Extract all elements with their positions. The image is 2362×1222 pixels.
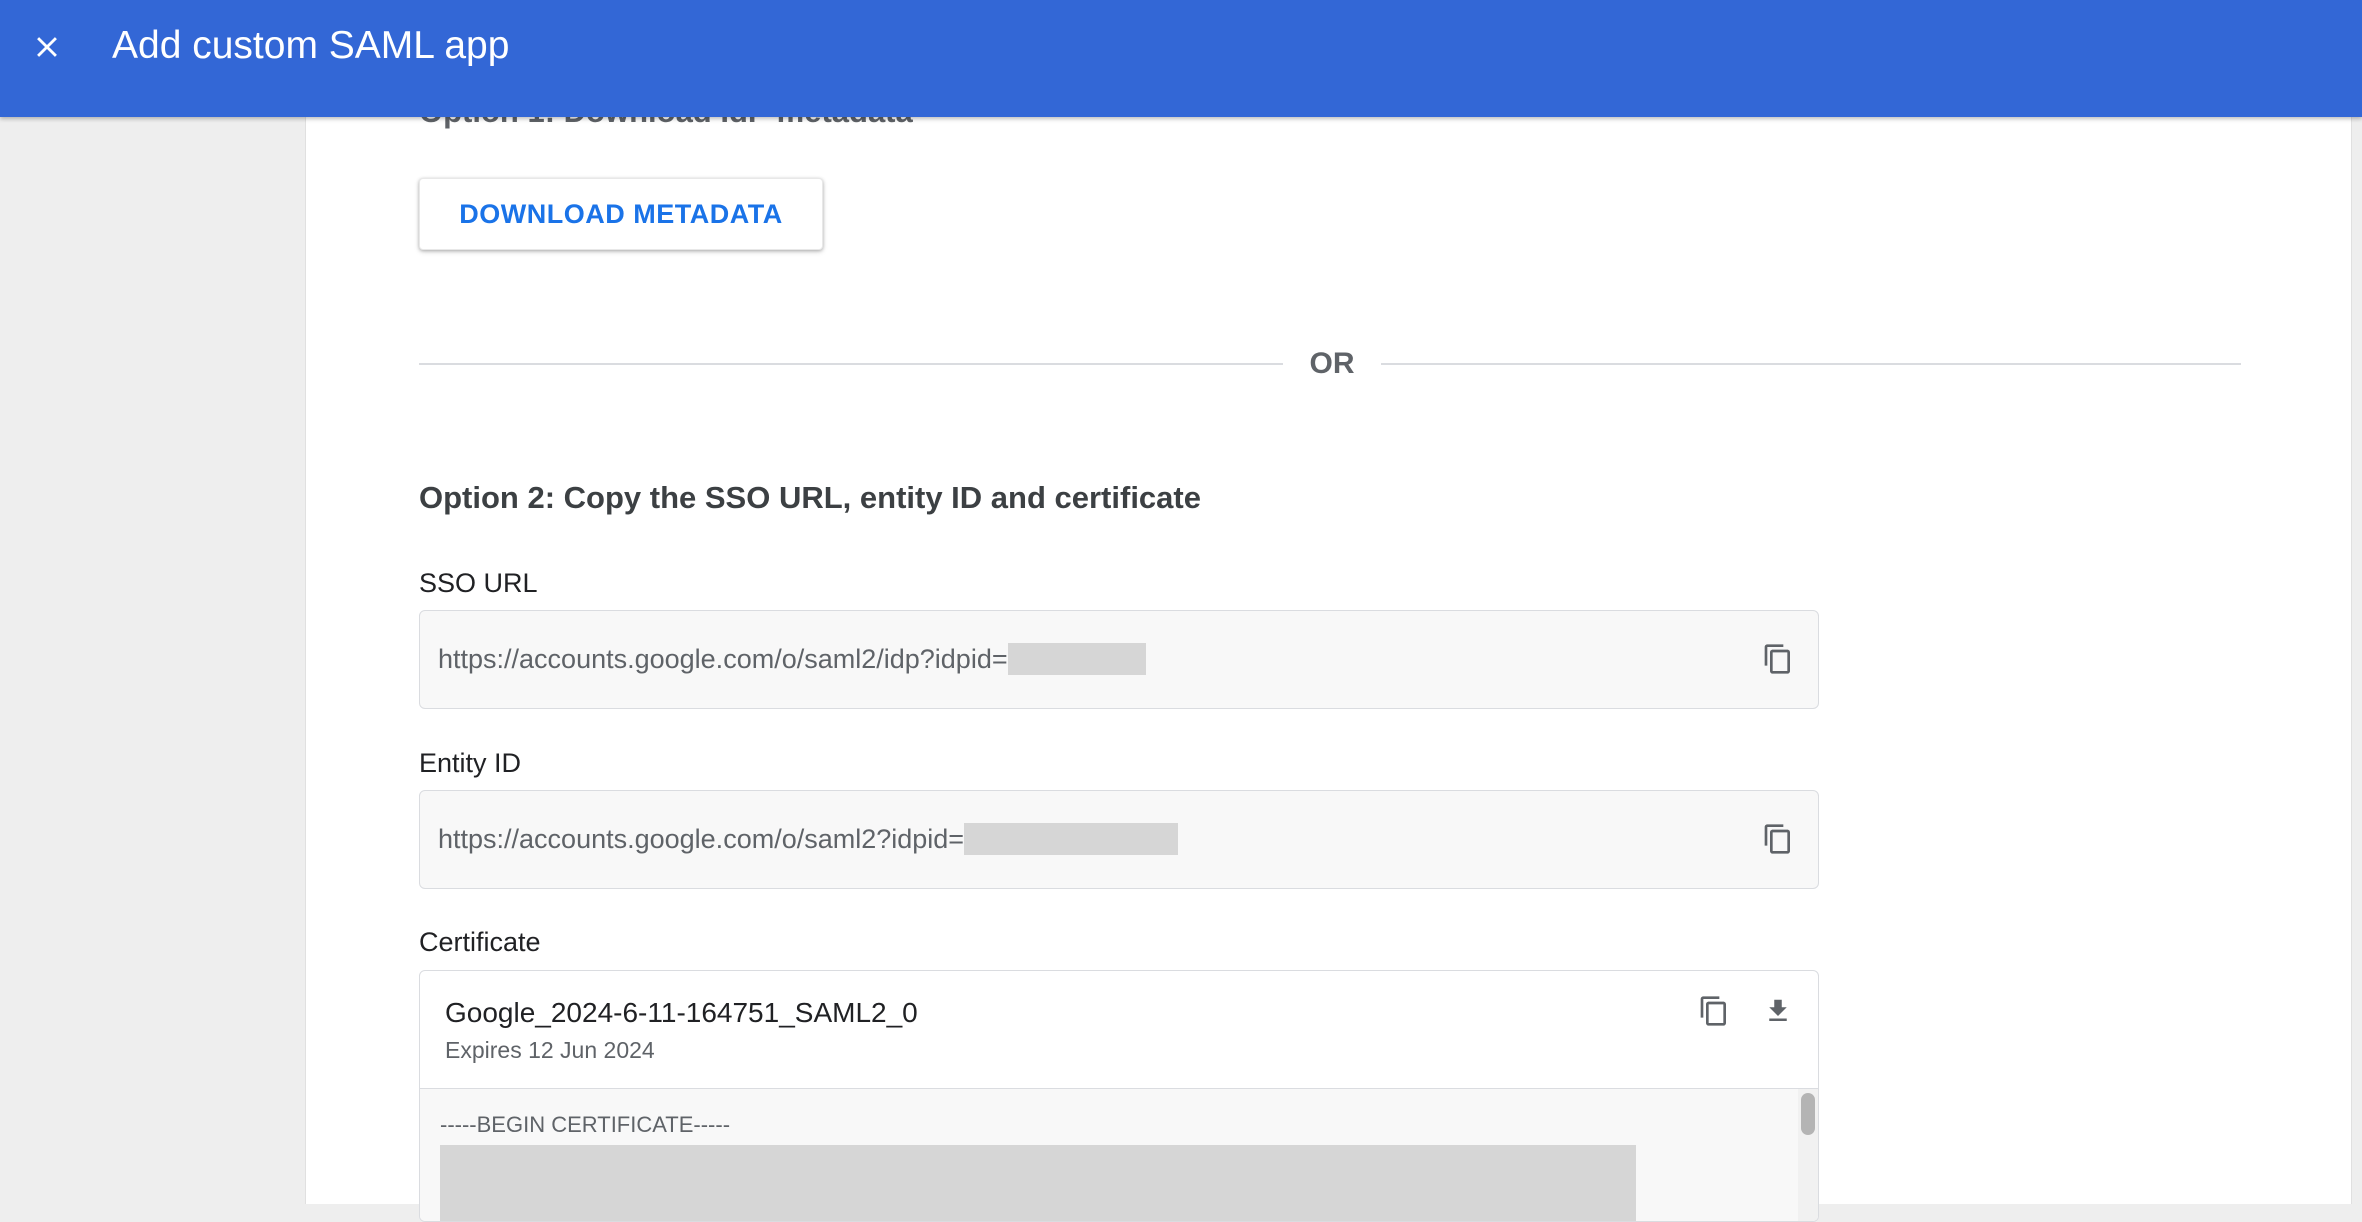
option2-heading: Option 2: Copy the SSO URL, entity ID an… (419, 480, 1201, 515)
page-title: Add custom SAML app (112, 24, 510, 67)
download-metadata-button[interactable]: DOWNLOAD METADATA (419, 178, 823, 250)
or-divider: OR (419, 344, 2241, 384)
redacted-block (440, 1145, 1636, 1221)
sso-url-value[interactable]: https://accounts.google.com/o/saml2/idp?… (438, 641, 1146, 677)
entity-id-text: https://accounts.google.com/o/saml2?idpi… (438, 824, 965, 854)
entity-id-field[interactable]: https://accounts.google.com/o/saml2?idpi… (419, 790, 1819, 889)
copy-icon (1764, 824, 1790, 854)
download-icon (1769, 999, 1787, 1021)
certificate-scrollbar[interactable] (1798, 1089, 1818, 1221)
certificate-card: Google_2024-6-11-164751_SAML2_0 Expires … (419, 970, 1819, 1222)
scrollbar-thumb[interactable] (1801, 1093, 1815, 1135)
content-panel: Option 1: Download IdP metadata DOWNLOAD… (305, 0, 2352, 1222)
redacted-block (1007, 643, 1146, 675)
certificate-name: Google_2024-6-11-164751_SAML2_0 (445, 997, 918, 1028)
certificate-content[interactable]: -----BEGIN CERTIFICATE----- (420, 1088, 1818, 1221)
divider-line-right (1381, 363, 2241, 365)
copy-icon (1700, 996, 1726, 1026)
certificate-begin-marker: -----BEGIN CERTIFICATE----- (440, 1112, 731, 1137)
copy-icon (1764, 644, 1790, 674)
sso-url-label: SSO URL (419, 568, 538, 598)
divider-line-left (419, 363, 1283, 365)
close-button[interactable] (24, 24, 70, 70)
entity-id-value[interactable]: https://accounts.google.com/o/saml2?idpi… (438, 821, 1179, 857)
download-certificate-button[interactable] (1758, 991, 1798, 1031)
copy-certificate-button[interactable] (1694, 991, 1734, 1031)
close-icon (37, 37, 57, 57)
copy-sso-url-button[interactable] (1758, 639, 1798, 679)
copy-entity-id-button[interactable] (1758, 819, 1798, 859)
sso-url-field[interactable]: https://accounts.google.com/o/saml2/idp?… (419, 610, 1819, 709)
top-app-bar: Add custom SAML app (0, 0, 2362, 117)
sso-url-text: https://accounts.google.com/o/saml2/idp?… (438, 644, 1008, 674)
redacted-block (964, 823, 1179, 855)
certificate-expiry: Expires 12 Jun 2024 (445, 1037, 655, 1063)
entity-id-label: Entity ID (419, 748, 522, 778)
or-label: OR (1309, 347, 1355, 380)
certificate-label: Certificate (419, 927, 541, 957)
